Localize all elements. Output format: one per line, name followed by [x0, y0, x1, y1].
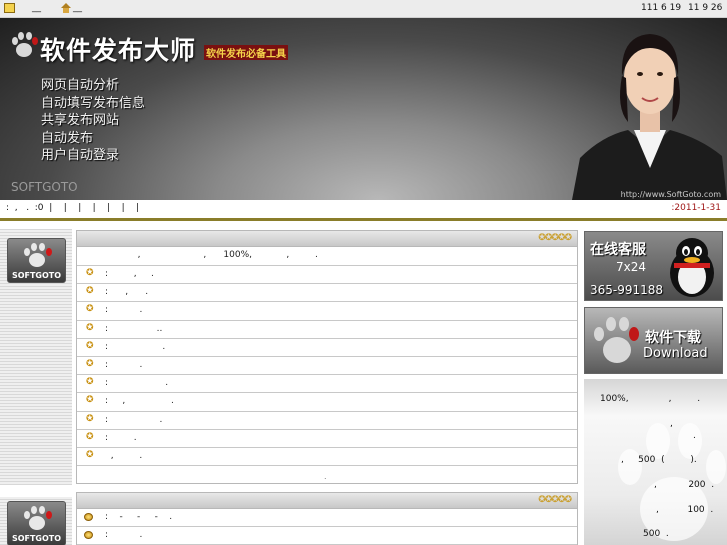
top-toolbar: __ __ 111 6 19 11 9 26	[0, 0, 727, 18]
paw-logo-icon	[24, 506, 52, 530]
app-title: 软件发布大师	[40, 36, 197, 65]
price-row: : .	[77, 527, 577, 545]
star-bullet-icon: ✪	[86, 322, 94, 333]
date-display: 111 6 19	[641, 3, 682, 13]
feature-row: ✪: , .	[77, 393, 577, 412]
header-banner: 软件发布大师 软件发布必备工具 网页自动分析 自动填写发布信息 共享发布网站 自…	[0, 18, 727, 200]
spokesperson-image	[572, 34, 727, 200]
right-sidebar: 在线客服 7x24 365-991188 软件下载 Download 100%,…	[584, 229, 727, 545]
star-bullet-icon: ✪	[86, 304, 94, 315]
feature-row: ✪: .	[77, 357, 577, 376]
logo-text: SOFTGOTO	[11, 271, 62, 280]
star-bullet-icon: ✪	[86, 395, 94, 406]
online-support-button[interactable]: 在线客服 7x24 365-991188	[584, 231, 723, 301]
star-bullet-icon: ✪	[86, 413, 94, 424]
pricing-panel: ✪✪✪✪✪ : - - - . : .	[76, 492, 578, 545]
panel-header: ✪✪✪✪✪	[77, 493, 577, 509]
softgoto-logo: SOFTGOTO	[7, 501, 66, 545]
softgoto-logo: SOFTGOTO	[7, 238, 66, 283]
download-label-en: Download	[643, 346, 708, 361]
star-bullet-icon: ✪	[86, 286, 94, 297]
star-bullet-icon: ✪	[86, 449, 94, 460]
brand-name: SOFTGOTO	[11, 180, 78, 194]
feature-row: ✪: , .	[77, 266, 577, 285]
paw-logo-icon	[24, 243, 52, 267]
panel-intro: , , 100%, , .	[77, 247, 577, 266]
panel-footer: .	[324, 472, 327, 482]
update-date: :2011-1-31	[671, 203, 721, 213]
support-hours: 7x24	[616, 260, 647, 274]
feature-row: ✪: .	[77, 412, 577, 430]
info-box: 100%, , . , . , 500 ( ). , 200 . , 100 .…	[584, 379, 727, 545]
star-bullet-icon: ✪	[86, 358, 94, 369]
feature-row: ✪: .	[77, 375, 577, 394]
online-support-title: 在线客服	[590, 242, 646, 258]
feature-row: ✪ , .	[77, 448, 577, 467]
paw-logo-icon	[12, 32, 38, 57]
feature-row: ✪: .	[77, 430, 577, 448]
app-subtitle: 软件发布必备工具	[204, 45, 288, 60]
nav-bar: : , . :0 | | | | | | | :2011-1-31	[0, 200, 727, 218]
rating-stars: ✪✪✪✪✪	[538, 233, 572, 243]
coin-icon	[84, 531, 93, 540]
rating-stars: ✪✪✪✪✪	[538, 495, 572, 505]
feature-row: ✪: ..	[77, 321, 577, 339]
logo-text: SOFTGOTO	[11, 534, 62, 543]
coin-icon	[84, 513, 93, 521]
feature-item: 共享发布网站	[41, 113, 120, 128]
website-url[interactable]: http://www.SoftGoto.com	[621, 190, 721, 199]
feature-item: 自动发布	[41, 130, 94, 146]
features-panel: ✪✪✪✪✪ , , 100%, , . ✪: , . ✪: , . ✪: . ✪…	[76, 230, 578, 484]
left-sidebar: SOFTGOTO SOFTGOTO	[0, 229, 72, 545]
folder-icon[interactable]	[4, 3, 15, 13]
feature-row: ✪: .	[77, 302, 577, 321]
star-bullet-icon: ✪	[86, 431, 94, 442]
toolbar-text-2[interactable]: __	[73, 3, 82, 13]
qq-penguin-icon	[670, 238, 714, 297]
feature-row: ✪: , .	[77, 284, 577, 303]
price-row: : - - - .	[77, 509, 577, 528]
toolbar-text-1[interactable]: __	[32, 3, 41, 13]
download-button[interactable]: 软件下载 Download	[584, 307, 723, 374]
star-bullet-icon: ✪	[86, 377, 94, 388]
download-label-cn: 软件下载	[645, 330, 701, 346]
support-phone: 365-991188	[590, 283, 664, 297]
star-bullet-icon: ✪	[86, 268, 94, 278]
feature-item: 用户自动登录	[41, 148, 120, 163]
feature-item: 自动填写发布信息	[41, 95, 146, 111]
divider-line	[0, 218, 727, 221]
paw-logo-icon	[594, 317, 639, 363]
home-icon[interactable]	[61, 3, 72, 13]
feature-list: 网页自动分析 自动填写发布信息 共享发布网站 自动发布 用户自动登录	[41, 77, 145, 165]
time-display: 11 9 26	[688, 3, 723, 13]
feature-row: ✪: .	[77, 339, 577, 357]
star-bullet-icon: ✪	[86, 340, 94, 351]
panel-header: ✪✪✪✪✪	[77, 231, 577, 247]
feature-item: 网页自动分析	[41, 78, 120, 93]
nav-links[interactable]: : , . :0 | | | | | | |	[6, 203, 139, 213]
